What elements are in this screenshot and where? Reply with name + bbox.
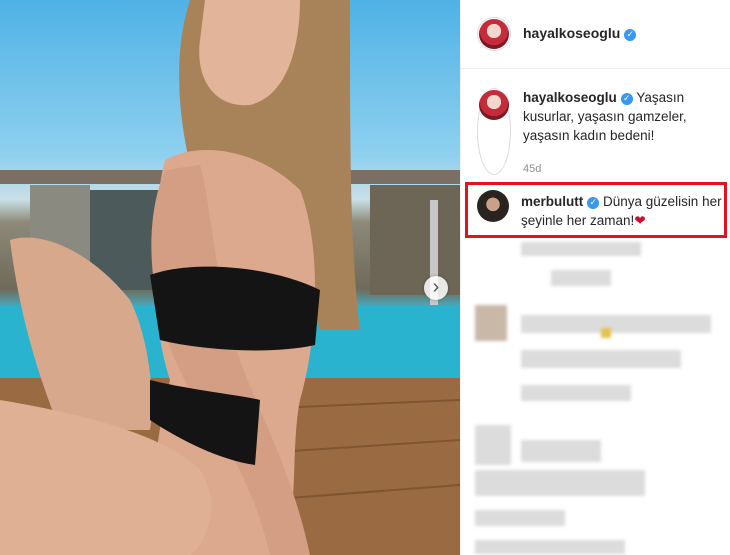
blurred-line [475, 510, 565, 526]
side-building [370, 185, 460, 295]
blurred-line [475, 540, 625, 554]
post-header: hayalkoseoglu ✓ [461, 0, 730, 69]
avatar-image [479, 19, 509, 49]
caption-username[interactable]: hayalkoseoglu [523, 90, 617, 105]
caption-body: hayalkoseoglu ✓ Yaşasın kusurlar, yaşasın… [523, 88, 722, 175]
caption-timestamp[interactable]: 45d [523, 163, 722, 175]
blurred-line [521, 440, 601, 462]
blurred-line [521, 385, 631, 401]
avatar-image [479, 90, 509, 120]
carousel-next-button[interactable]: › [424, 276, 448, 300]
blurred-line [521, 242, 641, 256]
verified-badge-icon: ✓ [624, 28, 637, 41]
comment-avatar[interactable] [477, 190, 509, 222]
highlighted-comment: merbulutt ✓ Dünya güzelisin her şeyinle h… [477, 190, 722, 230]
post-details-panel: hayalkoseoglu ✓ hayalkoseoglu ✓ Yaşasın ku… [460, 0, 730, 555]
chevron-right-icon: › [432, 276, 440, 298]
header-username[interactable]: hayalkoseoglu [523, 25, 620, 41]
caption-text-block: hayalkoseoglu ✓ Yaşasın kusurlar, yaşasın… [523, 88, 722, 145]
header-avatar[interactable] [477, 17, 511, 51]
blurred-line [475, 470, 645, 496]
blurred-avatar [475, 305, 507, 341]
header-username-wrap: hayalkoseoglu ✓ [523, 25, 637, 43]
blurred-line [521, 315, 711, 333]
red-heart-emoji: ❤ [634, 213, 646, 228]
blurred-line [521, 350, 681, 368]
post-photo[interactable]: › [0, 0, 460, 555]
verified-badge-icon: ✓ [620, 92, 633, 105]
comment-username[interactable]: merbulutt [521, 194, 583, 209]
verified-badge-icon: ✓ [587, 196, 600, 209]
blurred-line [551, 270, 611, 286]
caption-avatar[interactable] [477, 88, 511, 175]
caption: hayalkoseoglu ✓ Yaşasın kusurlar, yaşasın… [477, 88, 722, 175]
photo-scene [0, 0, 460, 555]
comment-text-block: merbulutt ✓ Dünya güzelisin her şeyinle h… [521, 192, 722, 230]
blurred-emoji [601, 328, 611, 338]
blurred-avatar [475, 425, 511, 465]
